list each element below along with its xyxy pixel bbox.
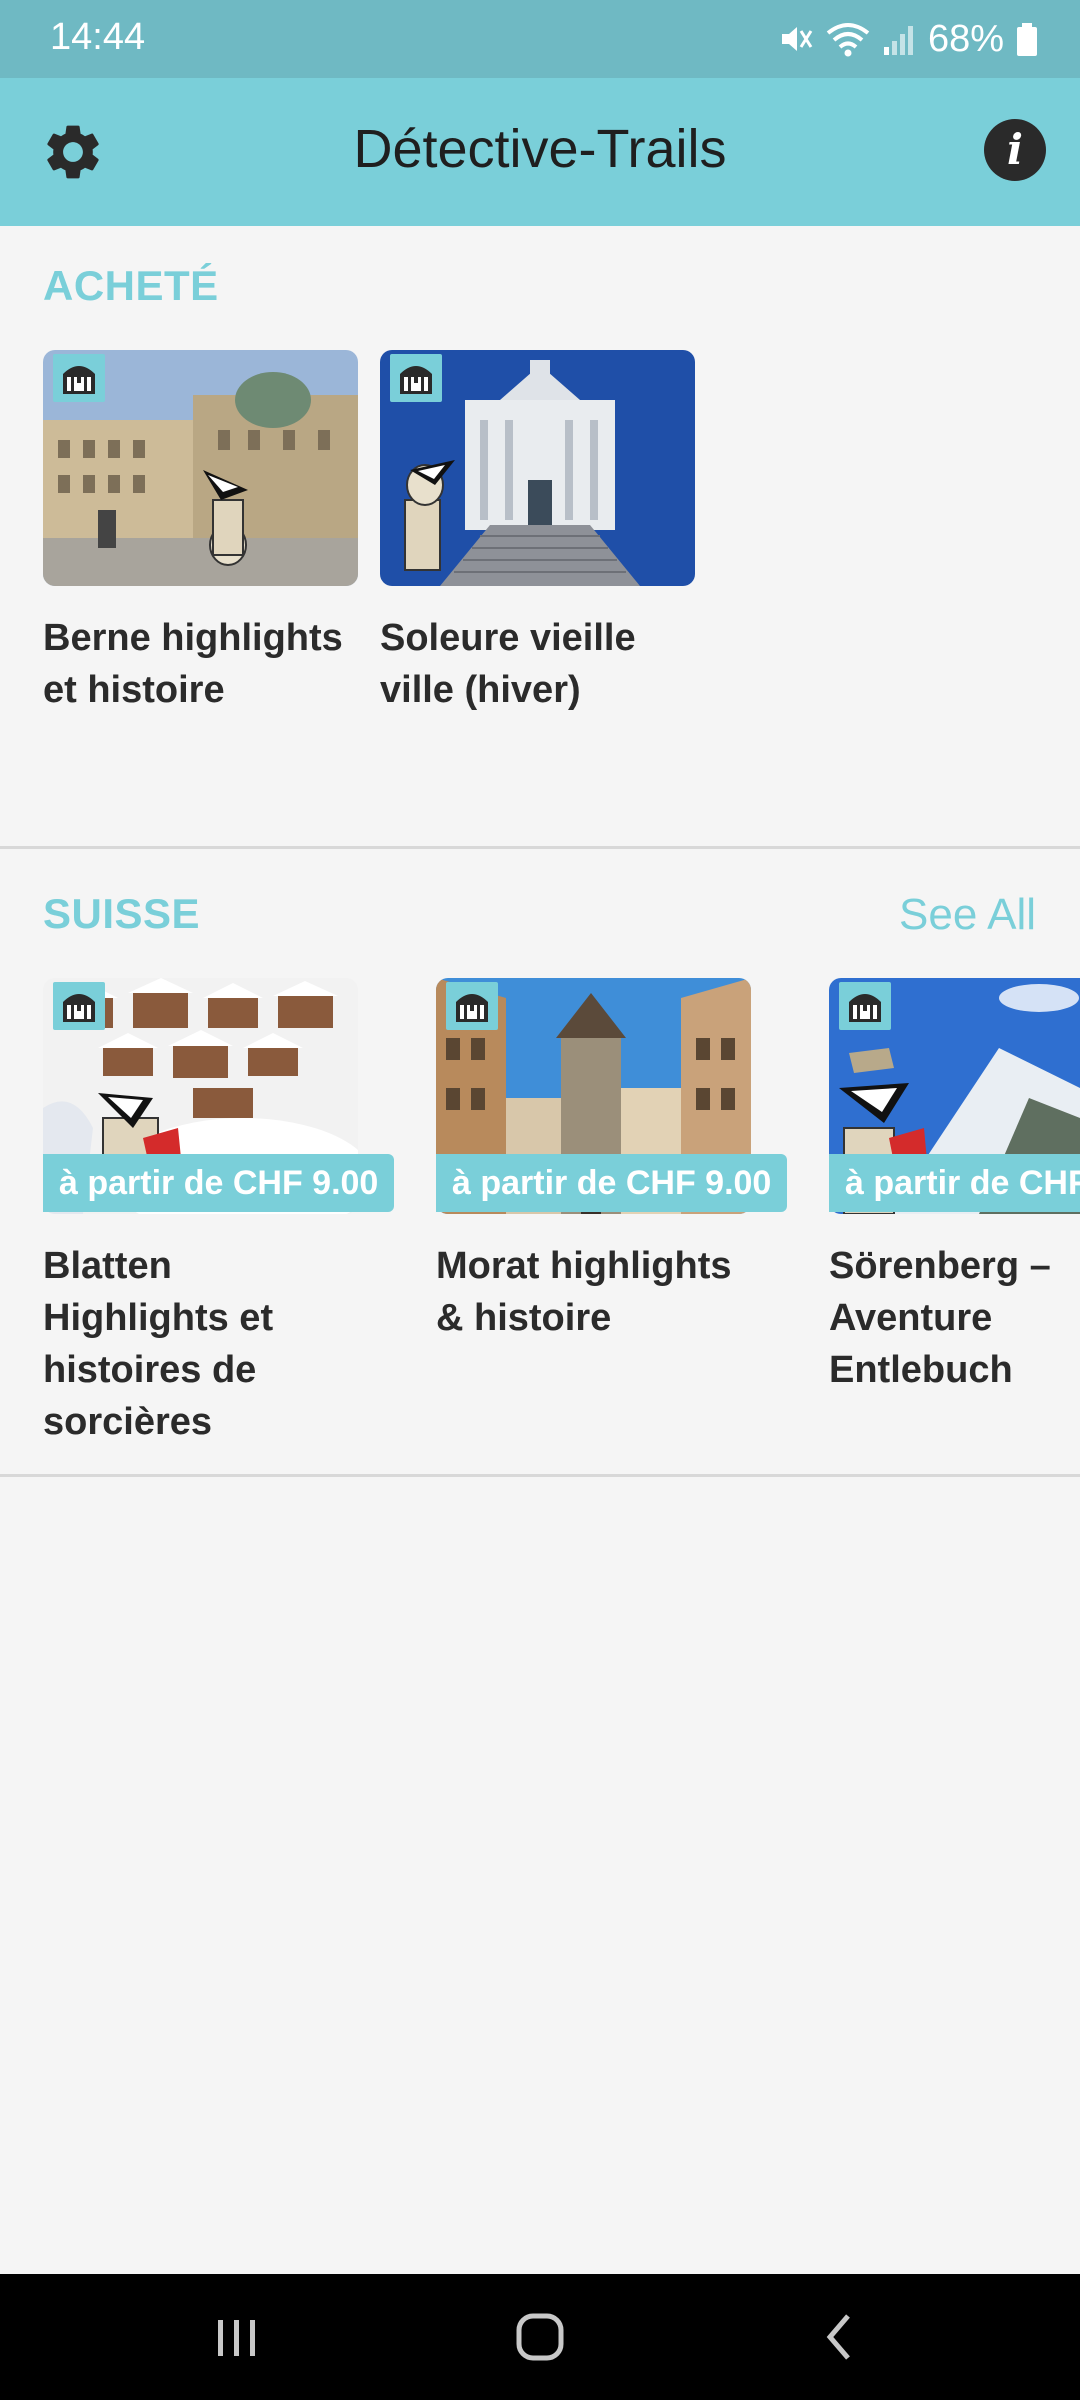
info-icon: i: [1007, 125, 1023, 174]
back-icon: [826, 2314, 850, 2360]
trail-title: Morat highlights & histoire: [436, 1245, 732, 1339]
recents-button[interactable]: [204, 2304, 270, 2370]
trail-card[interactable]: à partir de CHF 9.00 Morat highlights & …: [436, 978, 788, 1344]
status-bar: 14:44 68%: [0, 0, 1080, 78]
back-button[interactable]: [808, 2304, 874, 2370]
trail-thumbnail: [380, 350, 695, 586]
section-title-switzerland: SUISSE: [43, 890, 201, 937]
wifi-icon: [826, 23, 870, 57]
home-button[interactable]: [507, 2304, 573, 2370]
section-divider: [0, 1474, 1080, 1477]
trail-title: Sörenberg – Aventure Entlebuch: [829, 1245, 1051, 1391]
treasure-chest-badge: [53, 982, 105, 1030]
price-badge: à partir de CHF 9.00: [43, 1154, 395, 1212]
trail-title: Blatten Highlights et histoires de sorci…: [43, 1245, 274, 1443]
treasure-chest-icon: [63, 366, 95, 394]
app-bar: Détective-Trails i: [0, 78, 1080, 226]
trail-card[interactable]: à partir de CHF 9.00 Sörenberg – Aventur…: [829, 978, 1080, 1396]
status-time: 14:44: [50, 16, 146, 58]
status-icons: 68%: [778, 14, 1038, 64]
navigation-bar: [0, 2274, 1080, 2400]
treasure-chest-badge: [446, 982, 498, 1030]
section-divider: [0, 846, 1080, 849]
trail-title: Berne highlights et histoire: [43, 617, 343, 711]
trail-title: Soleure vieille ville (hiver): [380, 617, 636, 711]
treasure-chest-icon: [400, 366, 432, 394]
battery-level: 68%: [927, 17, 1004, 60]
battery-icon: [1017, 23, 1037, 56]
section-title-purchased: ACHETÉ: [43, 262, 219, 309]
signal-icon: [883, 26, 913, 55]
mute-icon: [781, 27, 813, 51]
page-title: Détective-Trails: [353, 119, 727, 179]
trail-card[interactable]: Soleure vieille ville (hiver): [380, 350, 695, 716]
price-badge: à partir de CHF 9.00: [829, 1154, 1080, 1212]
trail-card[interactable]: Berne highlights et histoire: [43, 350, 358, 716]
treasure-chest-icon: [849, 994, 881, 1022]
trail-thumbnail: [43, 350, 358, 586]
price-badge: à partir de CHF 9.00: [436, 1154, 788, 1212]
treasure-chest-badge: [390, 354, 442, 402]
treasure-chest-badge: [839, 982, 891, 1030]
treasure-chest-icon: [63, 994, 95, 1022]
home-icon: [516, 2313, 564, 2361]
treasure-chest-icon: [456, 994, 488, 1022]
recents-icon: [218, 2320, 255, 2356]
info-button[interactable]: i: [984, 119, 1046, 181]
treasure-chest-badge: [53, 354, 105, 402]
trail-card[interactable]: à partir de CHF 9.00 Blatten Highlights …: [43, 978, 395, 1448]
see-all-link[interactable]: See All: [899, 890, 1036, 940]
